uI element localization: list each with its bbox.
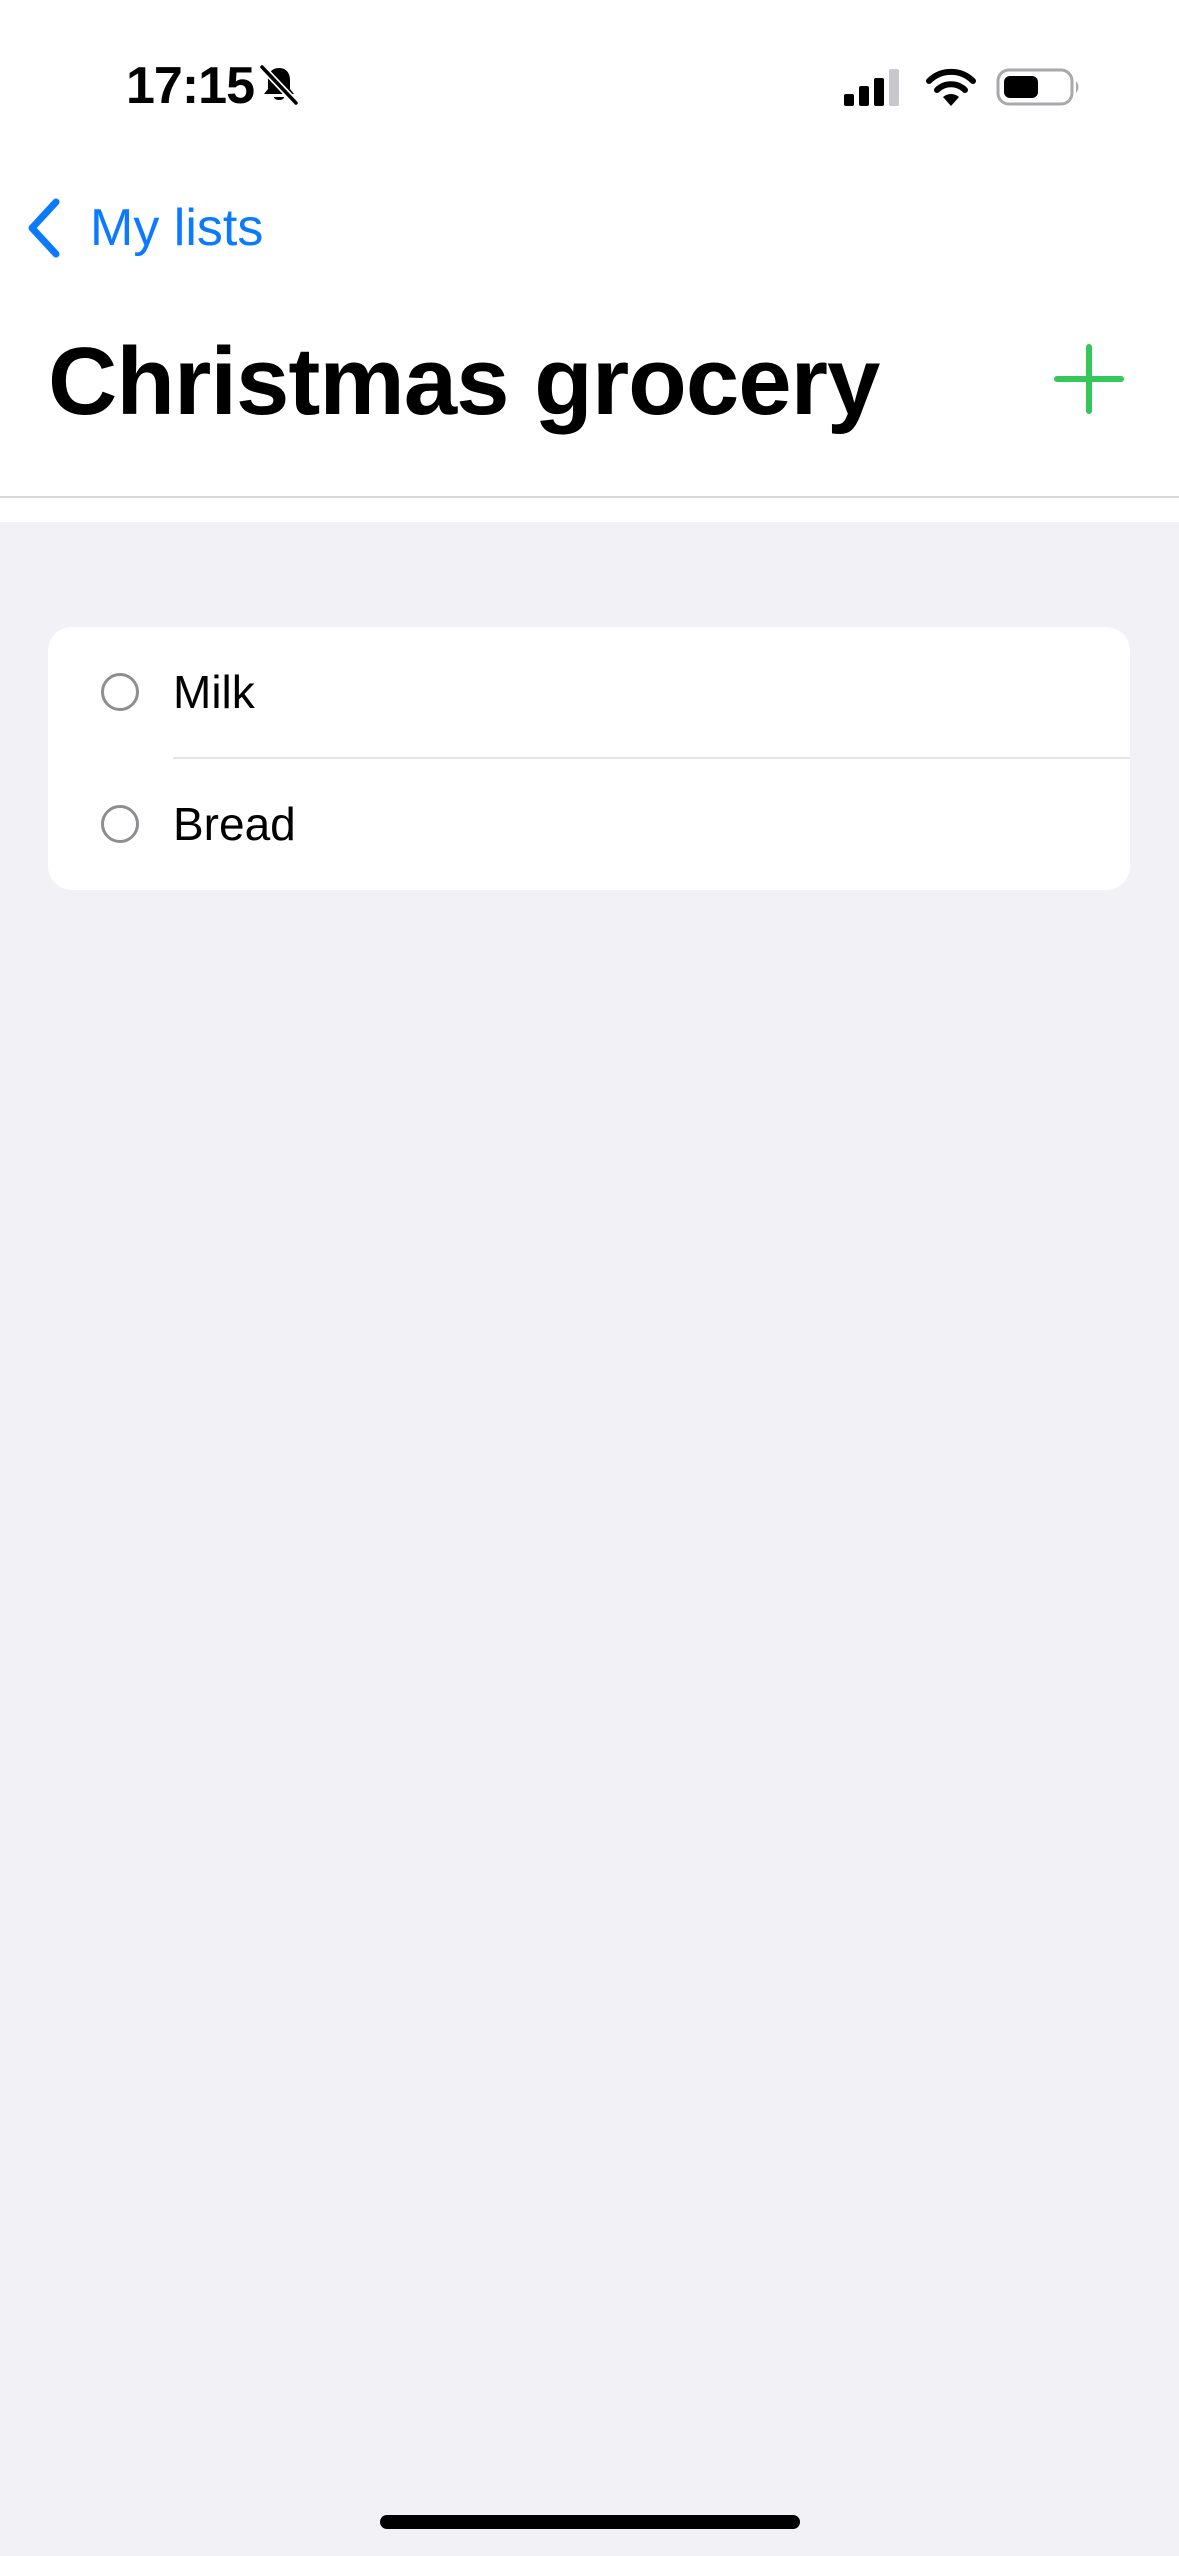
home-indicator bbox=[380, 2515, 800, 2529]
checkbox-circle[interactable] bbox=[101, 805, 139, 843]
plus-icon[interactable] bbox=[1054, 344, 1124, 414]
back-button[interactable]: My lists bbox=[24, 192, 263, 264]
list-item[interactable]: Bread bbox=[48, 759, 1130, 889]
bell-slash-icon bbox=[259, 64, 299, 106]
page-title: Christmas grocery bbox=[48, 328, 880, 435]
wifi-icon bbox=[926, 68, 976, 106]
list-item-label: Bread bbox=[173, 798, 296, 850]
status-time: 17:15 bbox=[126, 57, 255, 115]
battery-icon bbox=[996, 68, 1079, 106]
grocery-list: Milk Bread bbox=[48, 627, 1130, 890]
chevron-left-icon bbox=[28, 198, 60, 258]
list-item[interactable]: Milk bbox=[48, 627, 1130, 757]
list-item-label: Milk bbox=[173, 666, 255, 718]
header-gap bbox=[0, 498, 1179, 522]
back-button-label: My lists bbox=[90, 199, 264, 257]
checkbox-circle[interactable] bbox=[101, 673, 139, 711]
cellular-signal-icon bbox=[844, 69, 899, 106]
